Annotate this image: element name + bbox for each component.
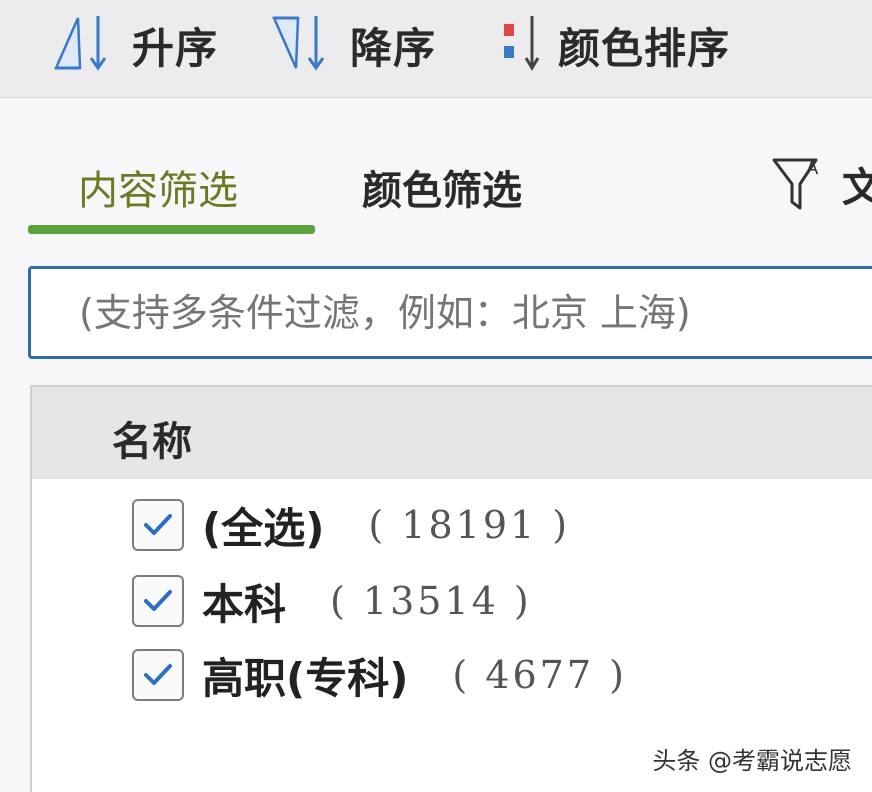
list-item-count: ( 13514 ) — [330, 579, 532, 623]
sort-descending-icon — [268, 12, 340, 78]
checkbox[interactable] — [132, 499, 184, 551]
list-item-label: 本科 — [202, 579, 287, 629]
list-item-select-all[interactable]: (全选) ( 18191 ) — [132, 497, 570, 553]
text-filter-label: 文 — [842, 165, 872, 211]
list-item-bachelor[interactable]: 本科 ( 13514 ) — [132, 573, 532, 629]
list-item-count: ( 4677 ) — [452, 653, 627, 697]
search-input[interactable] — [79, 283, 869, 343]
checkmark-icon — [144, 590, 172, 611]
value-list: 名称 (全选) ( 18191 ) 本科 ( 13514 ) 高职(专科) (… — [30, 385, 872, 792]
color-sort-icon — [498, 12, 548, 78]
search-box — [28, 266, 872, 359]
tab-content-filter[interactable]: 内容筛选 — [78, 158, 238, 214]
sort-by-color-label: 颜色排序 — [558, 23, 731, 73]
list-item-count: ( 18191 ) — [368, 503, 571, 547]
checkmark-icon — [144, 514, 172, 535]
list-item-vocational[interactable]: 高职(专科) ( 4677 ) — [132, 647, 627, 703]
sort-ascending-icon — [50, 12, 122, 78]
sort-descending-label: 降序 — [350, 23, 437, 73]
list-item-label: 高职(专科) — [202, 653, 409, 703]
filter-panel: 升序 降序 颜色排序 内容筛选 颜色筛选 A 文 (支持多条件过滤，例如：北京 … — [0, 0, 872, 792]
active-tab-indicator — [28, 225, 315, 234]
filter-funnel-icon: A — [770, 150, 828, 218]
sort-ascending-button[interactable]: 升序 — [50, 14, 218, 76]
checkbox[interactable] — [132, 649, 184, 701]
checkbox[interactable] — [132, 575, 184, 627]
text-filter-button[interactable]: A 文 — [770, 148, 872, 220]
sort-descending-button[interactable]: 降序 — [268, 14, 436, 76]
list-item-label: (全选) — [202, 503, 325, 553]
sort-by-color-button[interactable]: 颜色排序 — [498, 14, 730, 76]
svg-text:A: A — [806, 158, 819, 179]
list-header: 名称 — [32, 387, 872, 479]
watermark-text: 头条 @考霸说志愿 — [652, 747, 852, 775]
checkmark-icon — [144, 664, 172, 685]
sort-ascending-label: 升序 — [132, 23, 219, 73]
list-header-label: 名称 — [112, 419, 192, 465]
tab-color-filter[interactable]: 颜色筛选 — [362, 158, 522, 214]
sort-toolbar: 升序 降序 颜色排序 — [0, 0, 872, 98]
